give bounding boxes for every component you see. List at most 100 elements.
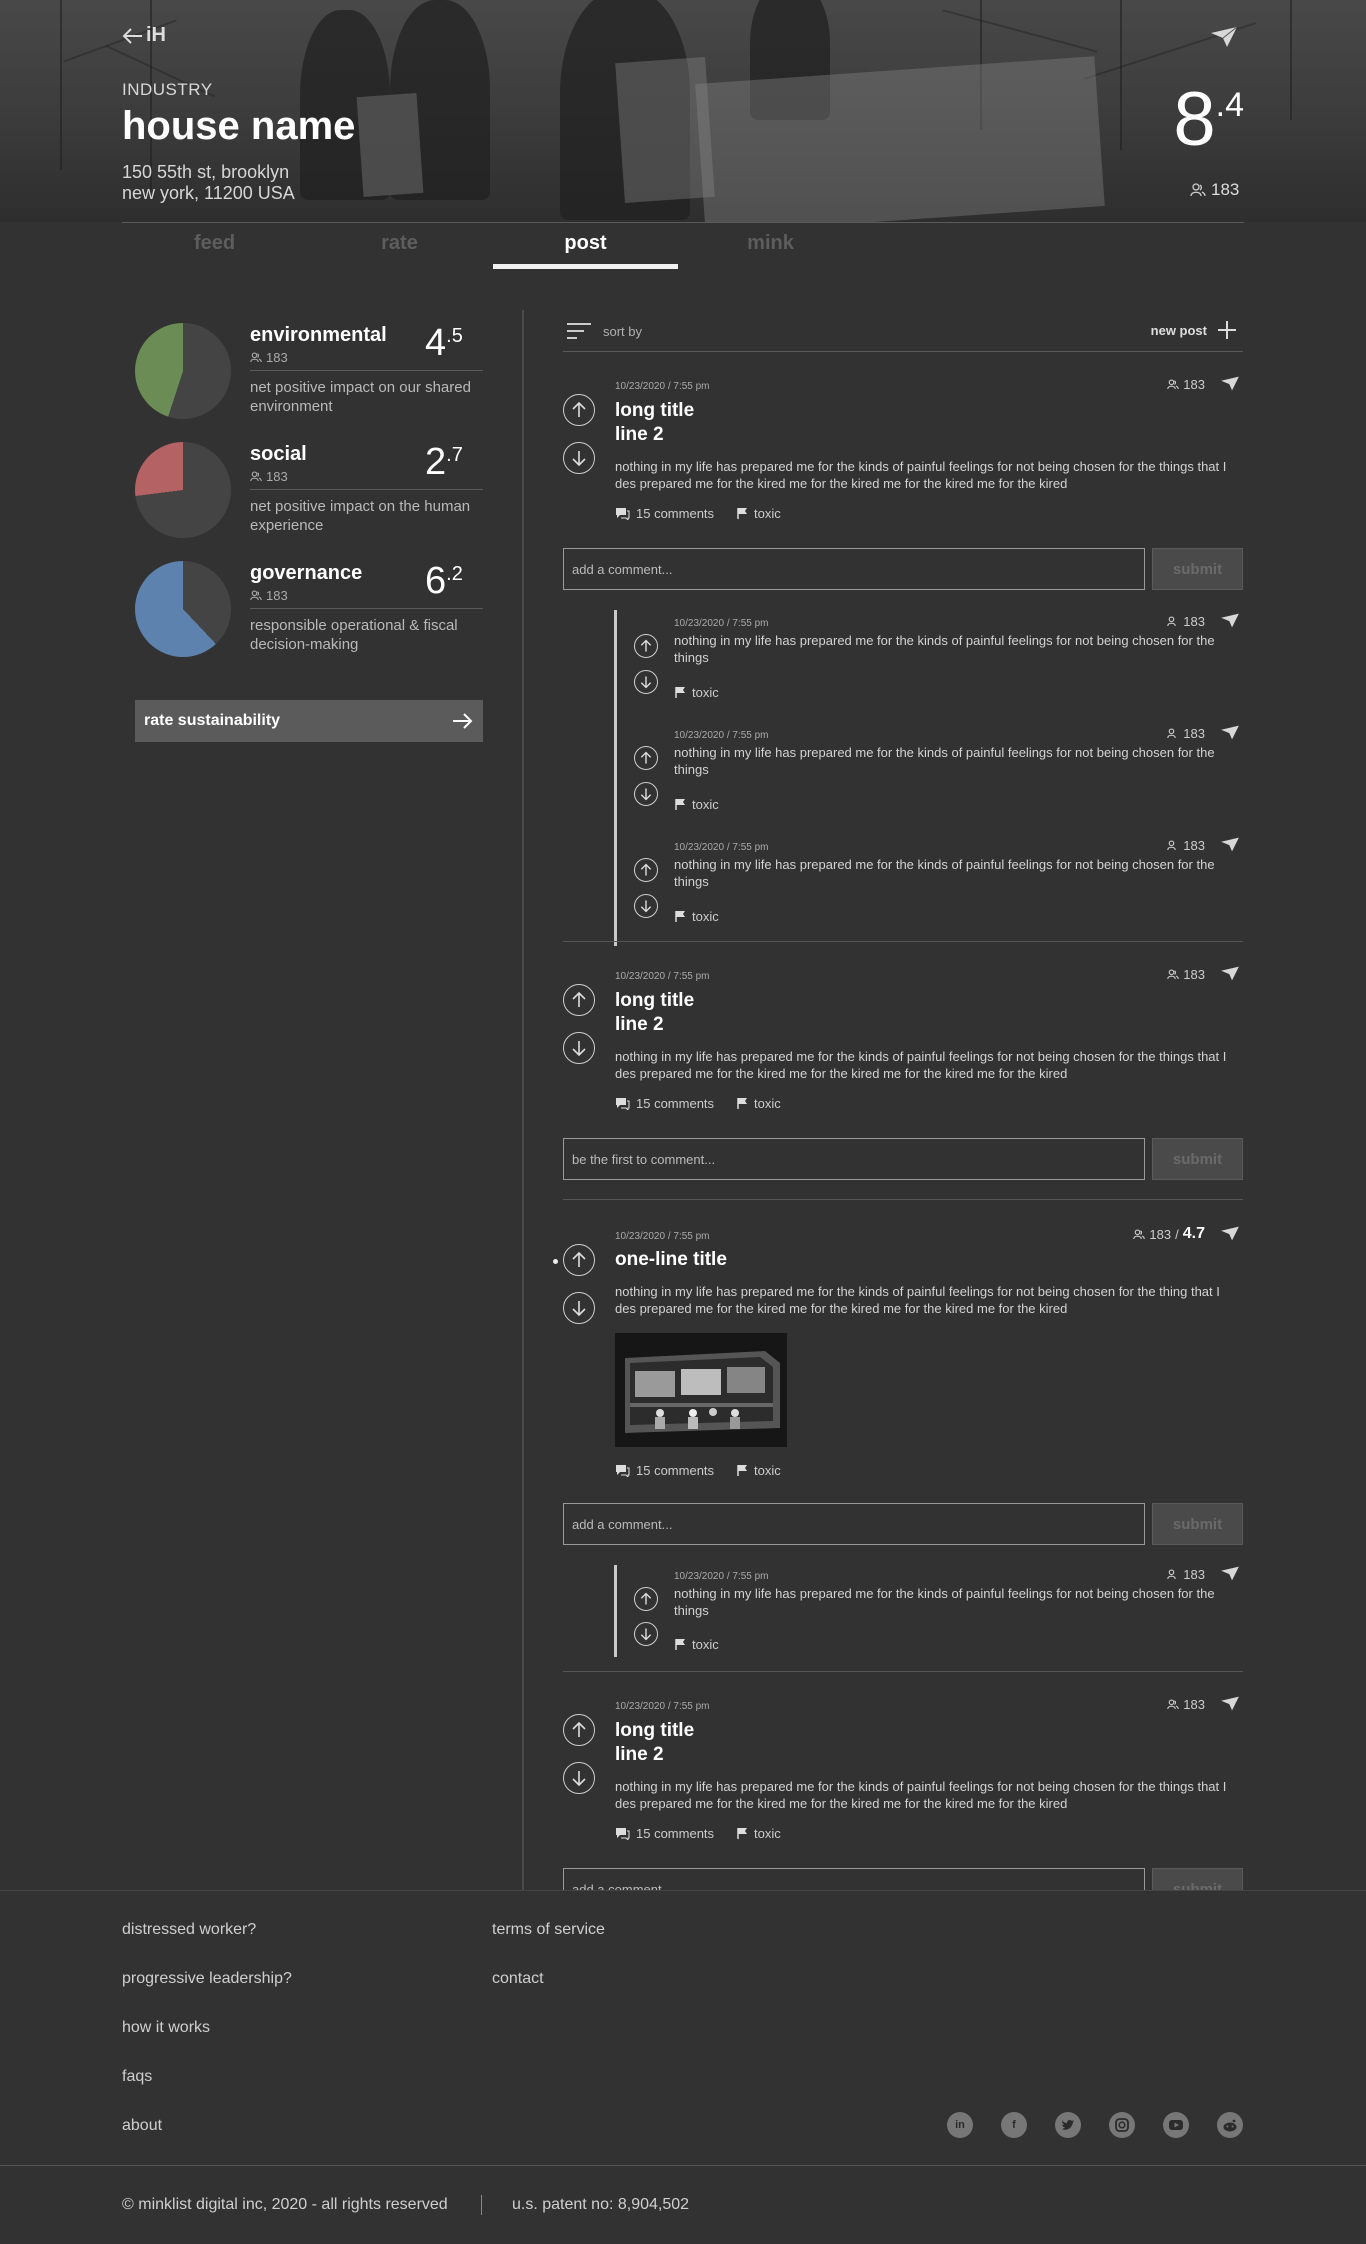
comment-input[interactable] xyxy=(563,1868,1145,1890)
rating-description: net positive impact on our shared enviro… xyxy=(250,379,471,415)
footer-link-progressive-leadership[interactable]: progressive leadership? xyxy=(122,1970,292,1988)
back-link[interactable]: iH xyxy=(122,24,166,47)
downvote-button[interactable] xyxy=(563,442,595,474)
instagram-icon[interactable] xyxy=(1109,2112,1135,2138)
share-icon[interactable] xyxy=(1219,613,1241,628)
submit-button[interactable]: submit xyxy=(1152,1868,1243,1890)
arrow-up-icon xyxy=(640,1592,652,1605)
post: 10/23/2020 / 7:55 pm 183 long title line … xyxy=(563,370,1243,946)
share-icon[interactable] xyxy=(1210,26,1238,48)
upvote-button[interactable] xyxy=(634,746,658,770)
upvote-button[interactable] xyxy=(563,394,595,426)
share-icon[interactable] xyxy=(1219,837,1241,852)
downvote-button[interactable] xyxy=(634,782,658,806)
comments-link[interactable]: 15 comments xyxy=(615,1826,714,1841)
footer-link-how-it-works[interactable]: how it works xyxy=(122,2019,210,2037)
arrow-up-icon xyxy=(572,1251,586,1267)
arrow-up-icon xyxy=(572,1721,586,1737)
downvote-button[interactable] xyxy=(563,1032,595,1064)
share-icon[interactable] xyxy=(1219,966,1241,981)
flag-toxic[interactable]: toxic xyxy=(674,1637,719,1652)
upvote-button[interactable] xyxy=(563,1714,595,1746)
flag-toxic[interactable]: toxic xyxy=(674,909,719,924)
comment-input[interactable] xyxy=(563,1503,1145,1545)
flag-icon xyxy=(737,1828,748,1839)
flag-label: toxic xyxy=(754,1463,781,1478)
flag-label: toxic xyxy=(754,1096,781,1111)
tab-mink[interactable]: mink xyxy=(678,232,863,255)
downvote-button[interactable] xyxy=(634,1622,658,1646)
post-title[interactable]: one-line title xyxy=(615,1248,727,1272)
post-title[interactable]: long title line 2 xyxy=(615,1719,694,1767)
footer-link-distressed-worker[interactable]: distressed worker? xyxy=(122,1921,256,1939)
share-icon[interactable] xyxy=(1219,1566,1241,1581)
share-icon[interactable] xyxy=(1219,725,1241,740)
arrow-down-icon xyxy=(640,1628,652,1641)
reply-rater-count: 183 xyxy=(1167,614,1205,629)
arrow-right-icon xyxy=(453,713,473,729)
footer-link-contact[interactable]: contact xyxy=(492,1970,544,1988)
linkedin-icon[interactable]: in xyxy=(947,2112,973,2138)
upvote-button[interactable] xyxy=(563,984,595,1016)
downvote-button[interactable] xyxy=(563,1762,595,1794)
arrow-down-icon xyxy=(572,1041,586,1057)
twitter-icon[interactable] xyxy=(1055,2112,1081,2138)
submit-button[interactable]: submit xyxy=(1152,1138,1243,1180)
share-icon[interactable] xyxy=(1219,376,1241,391)
footer-divider xyxy=(0,2165,1366,2166)
rating-social[interactable]: social 183 2.7 net positive impact on th… xyxy=(135,431,483,539)
rating-count: 183 xyxy=(250,350,288,365)
footer-link-about[interactable]: about xyxy=(122,2117,162,2135)
footer-link-faqs[interactable]: faqs xyxy=(122,2068,152,2086)
comment-input[interactable] xyxy=(563,1138,1145,1180)
flag-toxic[interactable]: toxic xyxy=(674,797,719,812)
tab-feed[interactable]: feed xyxy=(122,232,307,255)
rating-score-decimal: .5 xyxy=(446,325,463,347)
downvote-button[interactable] xyxy=(563,1292,595,1324)
comments-link[interactable]: 15 comments xyxy=(615,1096,714,1111)
tab-rate[interactable]: rate xyxy=(307,232,492,255)
share-icon[interactable] xyxy=(1219,1696,1241,1711)
post-image[interactable] xyxy=(615,1333,787,1447)
sort-icon[interactable] xyxy=(566,321,592,341)
reddit-icon[interactable] xyxy=(1217,2112,1243,2138)
submit-button[interactable]: submit xyxy=(1152,1503,1243,1545)
page-title: house name xyxy=(122,104,356,148)
upvote-button[interactable] xyxy=(634,1587,658,1611)
submit-button[interactable]: submit xyxy=(1152,548,1243,590)
tab-post[interactable]: post xyxy=(493,232,678,255)
flag-toxic[interactable]: toxic xyxy=(736,506,781,521)
comments-link[interactable]: 15 comments xyxy=(615,1463,714,1478)
post-title-line-1: long title xyxy=(615,400,695,421)
new-post-button[interactable]: new post xyxy=(1151,320,1237,340)
post-meta: 15 comments toxic xyxy=(615,1826,781,1841)
sort-by-label[interactable]: sort by xyxy=(603,324,642,339)
flag-icon xyxy=(737,508,748,519)
downvote-button[interactable] xyxy=(634,894,658,918)
rate-sustainability-button[interactable]: rate sustainability xyxy=(135,700,483,742)
comments-link[interactable]: 15 comments xyxy=(615,506,714,521)
post-title-line-1: long title xyxy=(615,990,695,1011)
footer-link-terms[interactable]: terms of service xyxy=(492,1921,605,1939)
people-icon xyxy=(1167,969,1180,980)
reply-thread-bar xyxy=(614,1565,617,1657)
rating-environmental[interactable]: environmental 183 4.5 net positive impac… xyxy=(135,312,483,420)
upvote-button[interactable] xyxy=(634,634,658,658)
upvote-button[interactable] xyxy=(634,858,658,882)
upvote-button[interactable] xyxy=(563,1244,595,1276)
share-icon[interactable] xyxy=(1219,1226,1241,1241)
facebook-icon[interactable]: f xyxy=(1001,2112,1027,2138)
flag-toxic[interactable]: toxic xyxy=(736,1096,781,1111)
flag-toxic[interactable]: toxic xyxy=(736,1826,781,1841)
reply-rater-count: 183 xyxy=(1167,1567,1205,1582)
flag-toxic[interactable]: toxic xyxy=(736,1463,781,1478)
comment-input[interactable] xyxy=(563,548,1145,590)
youtube-icon[interactable] xyxy=(1163,2112,1189,2138)
post-divider xyxy=(563,1671,1243,1672)
post-title[interactable]: long title line 2 xyxy=(615,399,694,447)
flag-toxic[interactable]: toxic xyxy=(674,685,719,700)
rating-governance[interactable]: governance 183 6.2 responsible operation… xyxy=(135,550,483,658)
post-title[interactable]: long title line 2 xyxy=(615,989,694,1037)
flag-label: toxic xyxy=(692,797,719,812)
downvote-button[interactable] xyxy=(634,670,658,694)
